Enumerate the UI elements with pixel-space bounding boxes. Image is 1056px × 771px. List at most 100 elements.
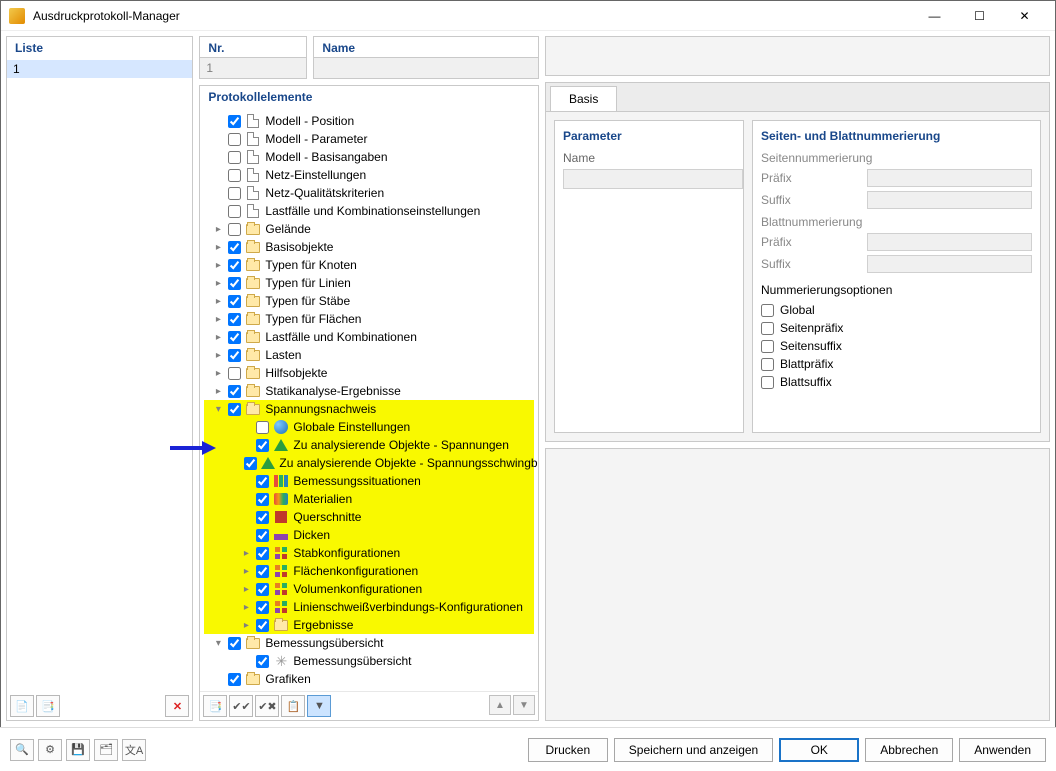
tree-checkbox[interactable] (228, 367, 241, 380)
tree-checkbox[interactable] (256, 475, 269, 488)
tree-checkbox[interactable] (228, 205, 241, 218)
numbering-option-checkbox[interactable] (761, 322, 774, 335)
close-button[interactable]: ✕ (1002, 1, 1047, 31)
caret-icon[interactable]: ▾ (212, 404, 224, 415)
cancel-button[interactable]: Abbrechen (865, 738, 953, 762)
page-prefix-input[interactable] (867, 169, 1032, 187)
ok-button[interactable]: OK (779, 738, 859, 762)
tree-checkbox[interactable] (256, 583, 269, 596)
maximize-button[interactable]: ☐ (957, 1, 1002, 31)
delete-list-button[interactable]: ✕ (165, 695, 189, 717)
tree-checkbox[interactable] (228, 169, 241, 182)
caret-icon[interactable]: ▸ (212, 314, 224, 325)
tree-row[interactable]: Netz-Qualitätskriterien (204, 184, 534, 202)
new-list-button[interactable]: 📄 (10, 695, 34, 717)
tree-checkbox[interactable] (228, 637, 241, 650)
caret-icon[interactable]: ▸ (212, 278, 224, 289)
tree-row[interactable]: ▸Lastfälle und Kombinationen (204, 328, 534, 346)
tree-row[interactable]: Globale Einstellungen (204, 418, 534, 436)
tree-checkbox[interactable] (244, 457, 257, 470)
tree-row[interactable]: ▸Volumenkonfigurationen (204, 580, 534, 598)
caret-icon[interactable]: ▸ (212, 260, 224, 271)
tree-row[interactable]: Dicken (204, 526, 534, 544)
tree-checkbox[interactable] (256, 619, 269, 632)
page-suffix-input[interactable] (867, 191, 1032, 209)
move-up-button[interactable]: ▲ (489, 695, 511, 715)
tree-row[interactable]: Zu analysierende Objekte - Spannungsschw… (204, 454, 534, 472)
translate-button[interactable]: 文A (122, 739, 146, 761)
caret-icon[interactable]: ▾ (212, 638, 224, 649)
tree-checkbox[interactable] (228, 313, 241, 326)
numbering-option-checkbox[interactable] (761, 340, 774, 353)
tree-row[interactable]: ▸Statikanalyse-Ergebnisse (204, 382, 534, 400)
tree-btn-filter[interactable]: ▼ (307, 695, 331, 717)
tree-checkbox[interactable] (228, 277, 241, 290)
caret-icon[interactable]: ▸ (240, 584, 252, 595)
tree-checkbox[interactable] (228, 187, 241, 200)
caret-icon[interactable]: ▸ (212, 242, 224, 253)
tree-row[interactable]: Materialien (204, 490, 534, 508)
tree-row[interactable]: ▸Flächenkonfigurationen (204, 562, 534, 580)
tree-checkbox[interactable] (256, 601, 269, 614)
tree-row[interactable]: ▸Hilfsobjekte (204, 364, 534, 382)
name-input[interactable] (313, 57, 539, 79)
tree-row[interactable]: Netz-Einstellungen (204, 166, 534, 184)
tree-checkbox[interactable] (228, 259, 241, 272)
tree-row[interactable]: Bemessungssituationen (204, 472, 534, 490)
tree-btn-check-all[interactable]: ✔✔ (229, 695, 253, 717)
save-template-button[interactable]: 💾 (66, 739, 90, 761)
tree-row[interactable]: ▸Typen für Stäbe (204, 292, 534, 310)
tree-row[interactable]: ✳Bemessungsübersicht (204, 652, 534, 670)
liste-row[interactable]: 1 (7, 60, 192, 78)
tree-row[interactable]: ▸Basisobjekte (204, 238, 534, 256)
help-button[interactable]: 🔍 (10, 739, 34, 761)
tree-checkbox[interactable] (256, 547, 269, 560)
tree-row[interactable]: ▸Linienschweißverbindungs-Konfiguratione… (204, 598, 534, 616)
nr-input[interactable] (199, 57, 307, 79)
caret-icon[interactable]: ▸ (212, 368, 224, 379)
print-button[interactable]: Drucken (528, 738, 608, 762)
tree-row[interactable]: Querschnitte (204, 508, 534, 526)
tree-row[interactable]: ▸Gelände (204, 220, 534, 238)
tree-btn-copy[interactable]: 📋 (281, 695, 305, 717)
tree-checkbox[interactable] (256, 655, 269, 668)
save-and-show-button[interactable]: Speichern und anzeigen (614, 738, 773, 762)
move-down-button[interactable]: ▼ (513, 695, 535, 715)
tree-checkbox[interactable] (256, 493, 269, 506)
tree-row[interactable]: Modell - Parameter (204, 130, 534, 148)
tree-checkbox[interactable] (256, 439, 269, 452)
tree-btn-uncheck[interactable]: ✔✖ (255, 695, 279, 717)
tree-row[interactable]: ▸Typen für Linien (204, 274, 534, 292)
caret-icon[interactable]: ▸ (240, 566, 252, 577)
tree-row[interactable]: Lastfälle und Kombinationseinstellungen (204, 202, 534, 220)
tree-row[interactable]: Grafiken (204, 670, 534, 688)
tree-checkbox[interactable] (256, 421, 269, 434)
tree-checkbox[interactable] (228, 223, 241, 236)
tree-row[interactable]: ▾Spannungsnachweis (204, 400, 534, 418)
tree-row[interactable]: ▸Stabkonfigurationen (204, 544, 534, 562)
minimize-button[interactable]: — (912, 1, 957, 31)
tree-row[interactable]: Modell - Position (204, 112, 534, 130)
copy-list-button[interactable]: 📑 (36, 695, 60, 717)
tree-row[interactable]: ▾Bemessungsübersicht (204, 634, 534, 652)
tree-row[interactable]: Modell - Basisangaben (204, 148, 534, 166)
tree-checkbox[interactable] (228, 385, 241, 398)
sheet-prefix-input[interactable] (867, 233, 1032, 251)
tree-btn-1[interactable]: 📑 (203, 695, 227, 717)
numbering-option-checkbox[interactable] (761, 358, 774, 371)
caret-icon[interactable]: ▸ (212, 350, 224, 361)
tree-row[interactable]: ▸Typen für Flächen (204, 310, 534, 328)
tree-checkbox[interactable] (228, 133, 241, 146)
tree-body[interactable]: Modell - PositionModell - ParameterModel… (200, 110, 538, 720)
caret-icon[interactable]: ▸ (240, 620, 252, 631)
apply-button[interactable]: Anwenden (959, 738, 1046, 762)
manage-button[interactable]: 🗂 (94, 739, 118, 761)
tree-row[interactable]: Zu analysierende Objekte - Spannungen (204, 436, 534, 454)
tree-checkbox[interactable] (228, 151, 241, 164)
caret-icon[interactable]: ▸ (240, 602, 252, 613)
sheet-suffix-input[interactable] (867, 255, 1032, 273)
tree-checkbox[interactable] (228, 295, 241, 308)
tree-checkbox[interactable] (228, 331, 241, 344)
tree-checkbox[interactable] (228, 403, 241, 416)
parameter-name-input[interactable] (563, 169, 743, 189)
